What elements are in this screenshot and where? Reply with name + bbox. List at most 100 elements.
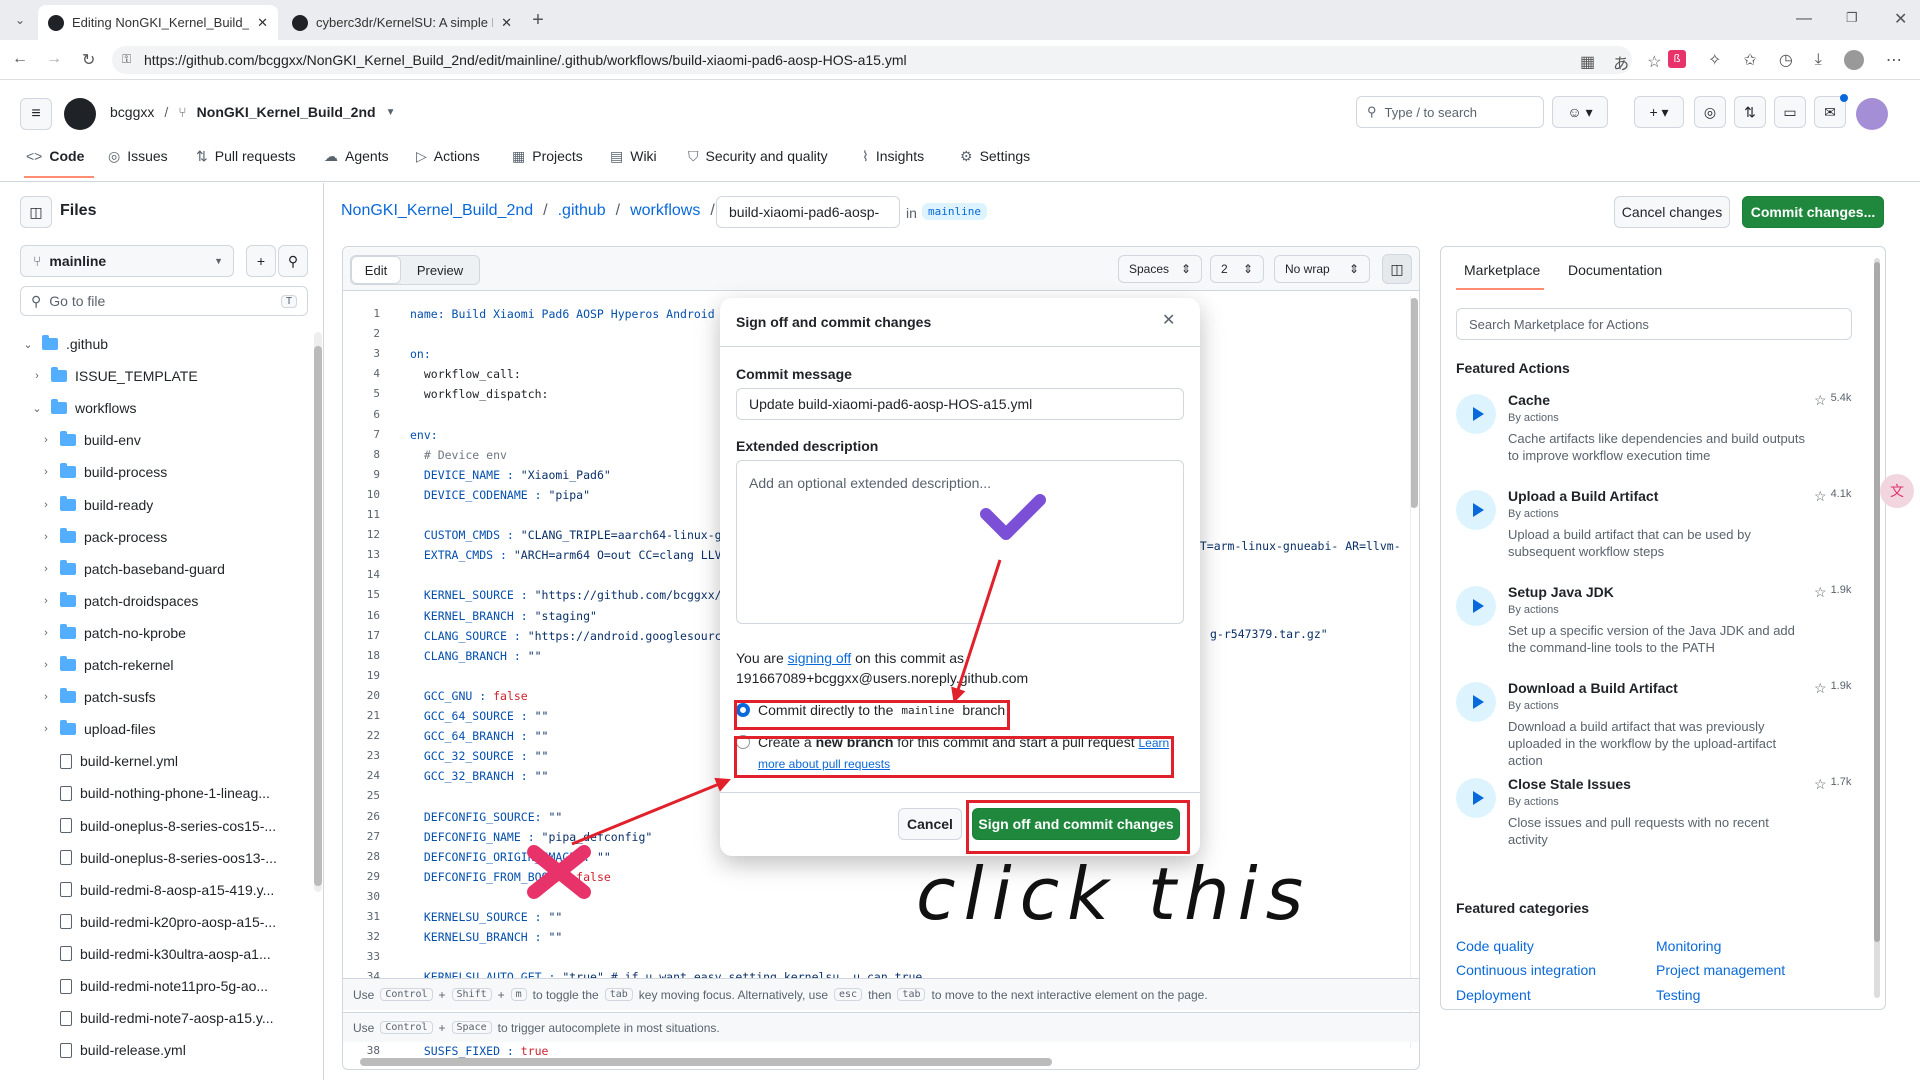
owner-link[interactable]: bcggxx — [110, 104, 154, 120]
chevron-right-icon[interactable]: › — [40, 563, 52, 575]
minimize-icon[interactable]: — — [1796, 10, 1812, 28]
featured-action-item[interactable]: Close Stale Issues By actions Close issues… — [1456, 776, 1856, 864]
signing-off-link[interactable]: signing off — [788, 650, 852, 666]
breadcrumb-workflows[interactable]: workflows — [630, 202, 700, 220]
indent-mode-select[interactable]: Spaces ⇕ — [1118, 255, 1202, 283]
tab-actions[interactable]: ▷ Actions — [416, 145, 480, 167]
site-info-icon[interactable]: ⚿ — [122, 52, 131, 67]
tree-folder[interactable]: › ISSUE_TEMPLATE — [31, 362, 198, 390]
chevron-down-icon[interactable]: ⌄ — [22, 338, 34, 351]
favorite-star-icon[interactable]: ☆ — [1647, 50, 1661, 74]
close-tab-icon[interactable]: ✕ — [501, 15, 512, 31]
category-project-management[interactable]: Project management — [1656, 962, 1785, 978]
indent-size-select[interactable]: 2 ⇕ — [1210, 255, 1264, 283]
close-dialog-icon[interactable]: ✕ — [1162, 310, 1175, 330]
category-testing[interactable]: Testing — [1656, 987, 1700, 1003]
category-deployment[interactable]: Deployment — [1456, 987, 1531, 1003]
cancel-button[interactable]: Cancel — [898, 808, 962, 840]
browser-menu-icon[interactable]: ⋯ — [1886, 50, 1902, 70]
tab-issues[interactable]: ◎ Issues — [108, 145, 168, 167]
repo-dropdown-icon[interactable]: ▼ — [386, 107, 396, 118]
featured-action-item[interactable]: Upload a Build Artifact By actions Upload … — [1456, 488, 1856, 576]
issues-icon[interactable]: ◎ — [1694, 96, 1726, 128]
chevron-right-icon[interactable]: › — [40, 434, 52, 446]
back-icon[interactable]: ← — [12, 50, 28, 68]
hamburger-menu-icon[interactable]: ≡ — [20, 98, 52, 130]
chevron-down-icon[interactable]: ⌄ — [31, 402, 43, 415]
tree-file[interactable]: build-oneplus-8-series-oos13-... — [40, 844, 277, 872]
chevron-right-icon[interactable]: › — [31, 370, 43, 382]
tab-security[interactable]: ⛉ Security and quality — [688, 145, 828, 167]
browser-tab-kernelsu[interactable]: cyberc3dr/KernelSU: A simple Kern ✕ — [282, 5, 522, 40]
extensions-puzzle-icon[interactable]: ✧ — [1708, 50, 1721, 70]
url-field[interactable]: ⚿ https://github.com/bcggxx/NonGKI_Kerne… — [112, 46, 1632, 74]
go-to-file-input[interactable]: ⚲ Go to file T — [20, 286, 308, 316]
category-continuous-integration[interactable]: Continuous integration — [1456, 962, 1596, 978]
tree-file[interactable]: build-redmi-8-aosp-a15-419.y... — [40, 876, 274, 904]
tree-file[interactable]: build-oneplus-8-series-cos15-... — [40, 812, 276, 840]
global-search-input[interactable]: ⚲ Type / to search — [1356, 96, 1544, 128]
toggle-panel-icon[interactable]: ◫ — [1382, 254, 1412, 284]
tab-projects[interactable]: ▦ Projects — [512, 145, 583, 167]
tab-code[interactable]: <> Code — [26, 145, 84, 167]
sidebar-scroll-thumb[interactable] — [314, 346, 322, 886]
tree-file[interactable]: build-nothing-phone-1-lineag... — [40, 779, 270, 807]
tree-file[interactable]: build-redmi-k20pro-aosp-a15-... — [40, 908, 276, 936]
tree-file[interactable]: build-kernel.yml — [40, 747, 178, 775]
history-icon[interactable]: ◷ — [1779, 50, 1793, 70]
commit-changes-button[interactable]: Commit changes... — [1742, 196, 1884, 228]
tree-file[interactable]: build-redmi-k30ultra-aosp-a1... — [40, 940, 271, 968]
tree-folder[interactable]: › patch-baseband-guard — [40, 555, 225, 583]
restore-icon[interactable]: ❐ — [1846, 10, 1858, 26]
chevron-right-icon[interactable]: › — [40, 531, 52, 543]
tree-folder[interactable]: › build-env — [40, 426, 141, 454]
marketplace-scroll-thumb[interactable] — [1874, 262, 1880, 942]
create-new-button[interactable]: + ▾ — [1634, 96, 1684, 128]
sidebar-scrollbar[interactable] — [314, 332, 322, 892]
tree-folder[interactable]: ⌄ workflows — [31, 394, 136, 422]
editor-horizontal-scroll-thumb[interactable] — [360, 1058, 1052, 1066]
cancel-changes-button[interactable]: Cancel changes — [1614, 196, 1730, 228]
translate-icon[interactable]: あ — [1613, 50, 1629, 74]
branch-selector[interactable]: ⑂ mainline ▼ — [20, 245, 234, 277]
forward-icon[interactable]: → — [46, 50, 62, 68]
wrap-mode-select[interactable]: No wrap ⇕ — [1274, 255, 1370, 283]
tree-folder[interactable]: › patch-no-kprobe — [40, 619, 186, 647]
commit-message-input[interactable]: Update build-xiaomi-pad6-aosp-HOS-a15.ym… — [736, 388, 1184, 420]
tab-documentation[interactable]: Documentation — [1568, 262, 1662, 278]
tab-insights[interactable]: ⌇ Insights — [862, 145, 924, 167]
downloads-icon[interactable]: ⤓ — [1815, 50, 1822, 70]
collapse-sidebar-icon[interactable]: ◫ — [20, 196, 52, 228]
tree-folder[interactable]: › pack-process — [40, 523, 167, 551]
chevron-right-icon[interactable]: › — [40, 691, 52, 703]
filename-input[interactable]: build-xiaomi-pad6-aosp- — [716, 196, 900, 228]
reload-icon[interactable]: ↻ — [82, 50, 95, 70]
tab-wiki[interactable]: ▤ Wiki — [610, 145, 657, 167]
category-monitoring[interactable]: Monitoring — [1656, 938, 1721, 954]
tab-list-chevron-icon[interactable]: ⌄ — [8, 8, 32, 32]
chevron-right-icon[interactable]: › — [40, 466, 52, 478]
tab-preview[interactable]: Preview — [401, 256, 479, 284]
user-avatar[interactable] — [1856, 98, 1888, 130]
chevron-right-icon[interactable]: › — [40, 723, 52, 735]
featured-action-item[interactable]: Download a Build Artifact By actions Downl… — [1456, 680, 1856, 768]
chevron-right-icon[interactable]: › — [40, 595, 52, 607]
breadcrumb-repo[interactable]: NonGKI_Kernel_Build_2nd — [341, 202, 533, 220]
tree-folder[interactable]: › patch-rekernel — [40, 651, 174, 679]
repo-link[interactable]: NonGKI_Kernel_Build_2nd — [197, 104, 376, 120]
pull-requests-icon[interactable]: ⇅ — [1734, 96, 1766, 128]
search-files-icon[interactable]: ⚲ — [278, 245, 308, 277]
add-file-icon[interactable]: + — [246, 245, 276, 277]
tree-file[interactable]: build-redmi-note11pro-5g-ao... — [40, 972, 268, 1000]
extended-description-textarea[interactable]: Add an optional extended description... — [736, 460, 1184, 624]
tab-marketplace[interactable]: Marketplace — [1464, 262, 1540, 278]
featured-action-item[interactable]: Cache By actions Cache artifacts like depe… — [1456, 392, 1856, 480]
app-icon[interactable]: ▦ — [1580, 50, 1595, 74]
featured-action-item[interactable]: Setup Java JDK By actions Set up a specifi… — [1456, 584, 1856, 672]
chevron-right-icon[interactable]: › — [40, 659, 52, 671]
category-code-quality[interactable]: Code quality — [1456, 938, 1534, 954]
repositories-icon[interactable]: ▭ — [1774, 96, 1806, 128]
tab-settings[interactable]: ⚙ Settings — [960, 145, 1030, 167]
editor-scrollbar[interactable] — [1410, 296, 1418, 1048]
translate-float-icon[interactable]: 文 — [1880, 474, 1914, 508]
